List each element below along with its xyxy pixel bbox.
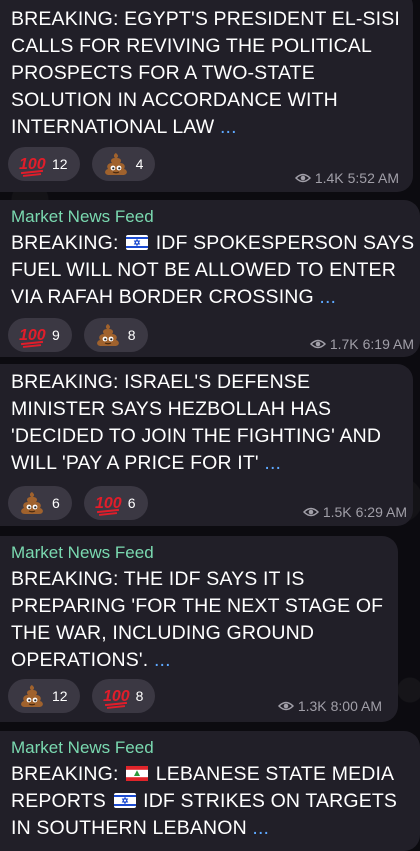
message-time: 5:52 AM (347, 170, 399, 186)
israel-flag-icon (114, 793, 136, 808)
message-text: BREAKING: IDF SPOKESPERSON SAYS FUEL WIL… (11, 232, 415, 308)
hundred-points-icon (18, 321, 46, 349)
reaction-poop[interactable]: 4 (91, 147, 156, 181)
view-count: 1.5K (322, 504, 352, 520)
sender-name[interactable]: Market News Feed (11, 543, 398, 563)
message-meta: 1.5K 6:29 AM (303, 504, 407, 520)
message-bubble: Market News Feed BREAKING: IDF SPOKESPER… (0, 200, 420, 357)
message-text: BREAKING: ISRAEL'S DEFENSE MINISTER SAYS… (11, 371, 382, 474)
view-count: 1.3K (297, 698, 327, 714)
reaction-hundred-points[interactable]: 9 (8, 318, 72, 352)
message-meta: 1.3K 8:00 AM (278, 698, 382, 714)
message-bubble: BREAKING: ISRAEL'S DEFENSE MINISTER SAYS… (0, 364, 413, 526)
read-more-link[interactable]: ... (252, 817, 269, 839)
message-time: 8:00 AM (330, 698, 382, 714)
reaction-hundred-points[interactable]: 8 (91, 679, 156, 713)
view-count: 1.7K (329, 336, 359, 352)
reaction-count: 8 (135, 688, 144, 704)
reaction-bar: 6 6 (8, 486, 148, 520)
view-count: 1.4K (314, 170, 344, 186)
message-bubble: BREAKING: EGYPT'S PRESIDENT EL-SISI CALL… (0, 0, 413, 192)
reaction-bar: 12 4 (8, 147, 156, 181)
reaction-bar: 12 8 (8, 679, 156, 713)
hundred-points-icon (18, 150, 46, 178)
message-text: BREAKING: EGYPT'S PRESIDENT EL-SISI CALL… (11, 8, 400, 138)
message-meta: 1.4K 5:52 AM (295, 170, 399, 186)
reaction-bar: 9 8 (8, 318, 148, 352)
reaction-count: 4 (135, 156, 144, 172)
israel-flag-icon (126, 235, 148, 250)
sender-name[interactable]: Market News Feed (11, 207, 420, 227)
pile-of-poo-icon (102, 150, 130, 178)
message-text: BREAKING: LEBANESE STATE MEDIA REPORTS I… (11, 763, 398, 839)
reaction-poop[interactable]: 6 (8, 486, 72, 520)
lebanon-flag-icon (126, 766, 148, 781)
message-meta: 1.7K 6:19 AM (310, 336, 414, 352)
read-more-link[interactable]: ... (220, 116, 237, 138)
message-bubble: Market News Feed BREAKING: LEBANESE STAT… (0, 731, 420, 851)
views-eye-icon (278, 700, 294, 712)
views-eye-icon (310, 338, 326, 350)
hundred-points-icon (94, 489, 122, 517)
views-eye-icon (295, 172, 311, 184)
hundred-points-icon (102, 682, 130, 710)
reaction-count: 6 (127, 495, 136, 511)
reaction-poop[interactable]: 8 (83, 318, 148, 352)
pile-of-poo-icon (18, 489, 46, 517)
pile-of-poo-icon (94, 321, 122, 349)
pile-of-poo-icon (18, 682, 46, 710)
reaction-hundred-points[interactable]: 12 (8, 147, 80, 181)
message-text: BREAKING: THE IDF SAYS IT IS PREPARING '… (11, 568, 384, 671)
reaction-count: 8 (127, 327, 136, 343)
message-bubble: Market News Feed BREAKING: THE IDF SAYS … (0, 536, 398, 722)
reaction-count: 9 (52, 327, 60, 343)
read-more-link[interactable]: ... (154, 649, 171, 671)
reaction-hundred-points[interactable]: 6 (83, 486, 148, 520)
read-more-link[interactable]: ... (264, 452, 281, 474)
reaction-poop[interactable]: 12 (8, 679, 80, 713)
reaction-count: 6 (52, 495, 60, 511)
reaction-count: 12 (52, 688, 68, 704)
sender-name[interactable]: Market News Feed (11, 738, 420, 758)
read-more-link[interactable]: ... (319, 286, 336, 308)
message-time: 6:19 AM (362, 336, 414, 352)
views-eye-icon (303, 506, 319, 518)
message-time: 6:29 AM (355, 504, 407, 520)
reaction-count: 12 (52, 156, 68, 172)
